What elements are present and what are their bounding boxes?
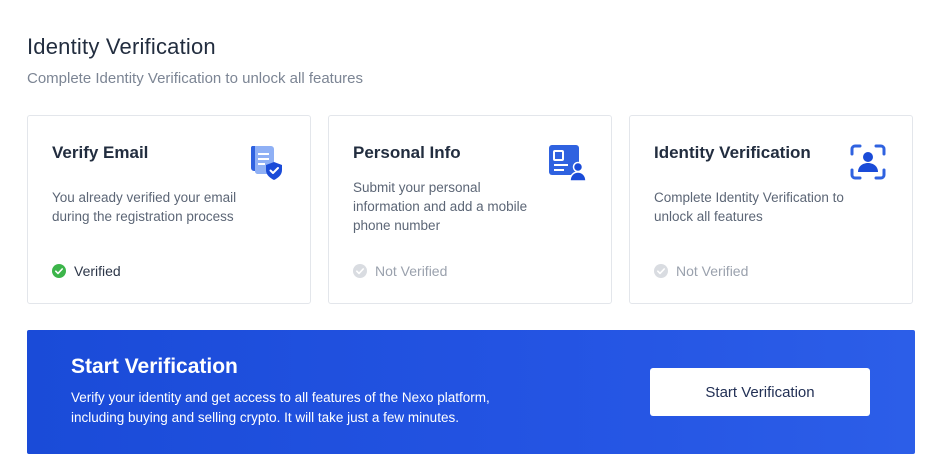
status-text: Not Verified [676, 263, 749, 279]
verification-steps: Verify Email You already verified your e… [27, 115, 915, 306]
identity-verification-page: Identity Verification Complete Identity … [0, 0, 942, 472]
personal-info-card: Personal Info Submit your personal infor… [328, 115, 612, 304]
verify-email-card: Verify Email You already verified your e… [27, 115, 311, 304]
status-text: Not Verified [375, 263, 448, 279]
check-circle-icon [654, 264, 668, 278]
banner-title: Start Verification [71, 355, 238, 378]
status-badge: Not Verified [353, 263, 447, 279]
status-badge: Verified [52, 263, 121, 279]
face-scan-icon [850, 144, 886, 180]
status-text: Verified [74, 263, 121, 279]
email-shield-icon [250, 146, 282, 180]
check-circle-icon [52, 264, 66, 278]
card-description: You already verified your email during t… [52, 190, 237, 224]
card-title: Personal Info [353, 143, 461, 162]
id-card-icon [549, 145, 587, 182]
page-title: Identity Verification [27, 34, 216, 59]
card-description: Complete Identity Verification to unlock… [654, 190, 844, 224]
banner-description: Verify your identity and get access to a… [71, 390, 490, 425]
status-badge: Not Verified [654, 263, 748, 279]
card-description: Submit your personal information and add… [353, 180, 528, 233]
card-title: Verify Email [52, 143, 149, 162]
card-title: Identity Verification [654, 143, 811, 162]
start-verification-banner: Start Verification Verify your identity … [27, 330, 915, 454]
identity-verification-card: Identity Verification Complete Identity … [629, 115, 913, 304]
check-circle-icon [353, 264, 367, 278]
start-verification-button[interactable]: Start Verification [650, 368, 870, 416]
page-subtitle: Complete Identity Verification to unlock… [27, 70, 364, 87]
